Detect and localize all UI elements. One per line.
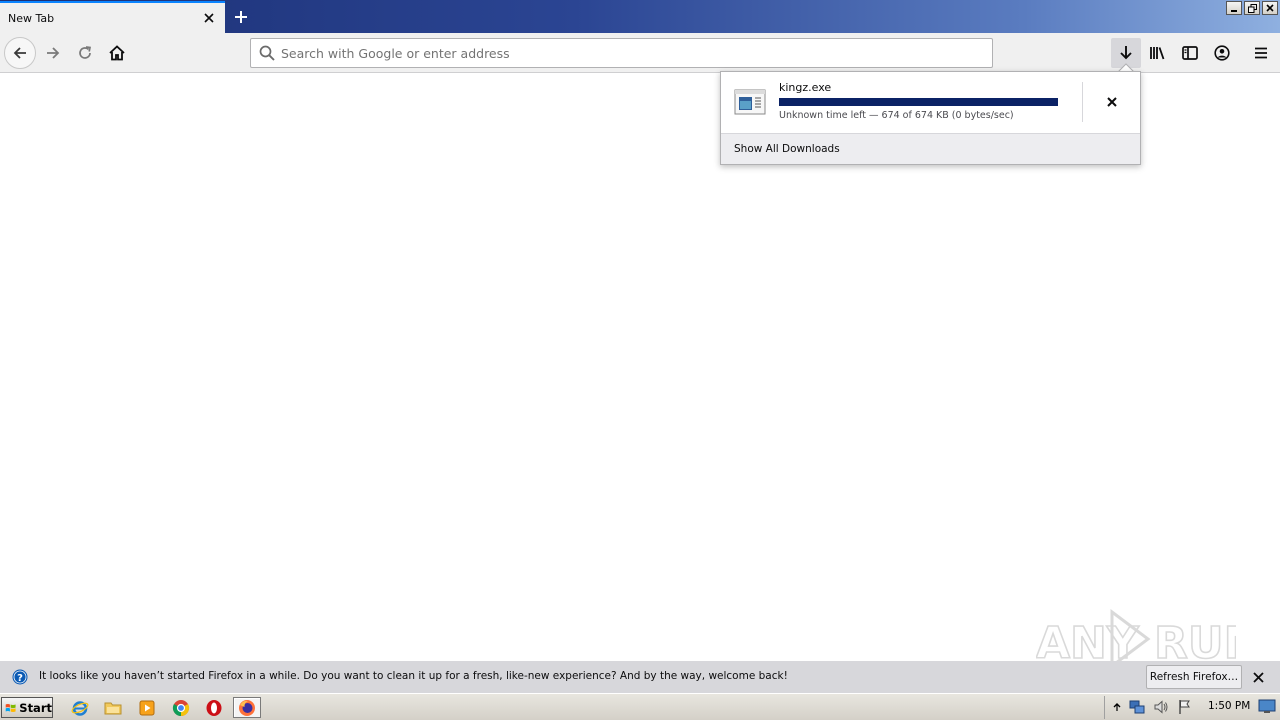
download-progress-fill — [779, 98, 1058, 106]
hamburger-menu-icon — [1255, 47, 1267, 59]
sidebar-button[interactable] — [1175, 38, 1205, 68]
download-progress-bar — [779, 98, 1058, 106]
plus-icon — [235, 11, 247, 23]
library-button[interactable] — [1143, 38, 1173, 68]
download-item[interactable]: kingz.exe Unknown time left — 674 of 674… — [721, 72, 1140, 133]
start-label: Start — [19, 700, 52, 715]
menu-button[interactable] — [1246, 38, 1276, 68]
library-icon — [1150, 47, 1165, 60]
chevron-up-icon — [1113, 703, 1121, 711]
opera-icon — [206, 699, 222, 716]
account-button[interactable] — [1207, 38, 1237, 68]
question-help-icon: ? — [12, 669, 28, 685]
url-input[interactable] — [281, 40, 992, 66]
show-desktop-icon[interactable] — [1258, 698, 1276, 714]
start-button[interactable]: Start — [1, 697, 53, 718]
flag-icon — [1179, 700, 1190, 714]
speaker-icon — [1154, 700, 1168, 714]
sidebar-icon — [1182, 46, 1198, 60]
windows-logo-icon — [5, 703, 16, 712]
tab-close-icon[interactable] — [201, 10, 217, 26]
close-icon — [1252, 671, 1264, 683]
minimize-button[interactable] — [1226, 1, 1242, 15]
download-item-separator — [1082, 82, 1083, 122]
executable-file-icon — [734, 89, 766, 115]
file-explorer-icon — [104, 702, 122, 714]
navigation-toolbar — [0, 33, 1280, 73]
windows-taskbar: Start 1:50 PM — [0, 693, 1280, 720]
taskbar-chrome[interactable] — [167, 697, 195, 718]
download-filename: kingz.exe — [779, 81, 832, 94]
search-icon — [259, 45, 275, 61]
forward-button[interactable] — [37, 37, 69, 69]
taskbar-clock[interactable]: 1:50 PM — [1208, 700, 1250, 712]
account-icon — [1214, 45, 1230, 61]
refresh-firefox-button[interactable]: Refresh Firefox… — [1146, 665, 1242, 689]
tab-new-tab[interactable]: New Tab — [0, 1, 225, 33]
internet-explorer-icon — [71, 700, 89, 716]
notification-close-button[interactable] — [1249, 668, 1267, 686]
forward-arrow-icon — [47, 47, 60, 59]
tab-strip: New Tab — [0, 0, 1280, 33]
taskbar-opera[interactable] — [200, 697, 228, 718]
minimize-icon — [1231, 10, 1237, 12]
taskbar-internet-explorer[interactable] — [66, 697, 94, 718]
new-tab-button[interactable] — [228, 4, 254, 30]
firefox-refresh-notification: ? It looks like you haven’t started Fire… — [0, 661, 1280, 693]
show-all-downloads-button[interactable]: Show All Downloads — [721, 133, 1140, 164]
volume-tray-button[interactable] — [1153, 699, 1169, 715]
chrome-icon — [172, 699, 190, 716]
close-icon — [1107, 97, 1117, 107]
downloads-panel: kingz.exe Unknown time left — 674 of 674… — [720, 71, 1141, 165]
home-button[interactable] — [101, 37, 133, 69]
firefox-icon — [239, 699, 255, 716]
close-window-button[interactable] — [1262, 1, 1278, 15]
cancel-download-button[interactable] — [1097, 88, 1127, 116]
download-status: Unknown time left — 674 of 674 KB (0 byt… — [779, 110, 1014, 121]
close-icon — [1266, 4, 1274, 12]
taskbar-media-player[interactable] — [133, 697, 161, 718]
address-bar[interactable] — [250, 38, 993, 68]
action-center-tray-button[interactable] — [1177, 699, 1193, 715]
show-hidden-icons-button[interactable] — [1109, 699, 1125, 715]
download-arrow-icon — [1120, 46, 1132, 60]
system-tray — [1104, 696, 1280, 719]
taskbar-file-explorer[interactable] — [99, 697, 127, 718]
restore-icon — [1247, 3, 1257, 13]
show-all-downloads-label: Show All Downloads — [734, 143, 840, 155]
media-player-icon — [139, 700, 155, 715]
svg-text:?: ? — [17, 673, 23, 684]
reload-button[interactable] — [69, 37, 101, 69]
restore-button[interactable] — [1244, 1, 1260, 15]
notification-message: It looks like you haven’t started Firefo… — [39, 670, 788, 682]
back-button[interactable] — [4, 37, 36, 69]
window-controls — [1226, 1, 1278, 15]
taskbar-firefox[interactable] — [233, 697, 261, 718]
home-icon — [109, 45, 125, 61]
tab-title: New Tab — [8, 11, 55, 25]
reload-icon — [79, 46, 92, 59]
network-icon — [1129, 700, 1145, 714]
back-arrow-icon — [13, 47, 26, 59]
network-tray-button[interactable] — [1129, 699, 1145, 715]
